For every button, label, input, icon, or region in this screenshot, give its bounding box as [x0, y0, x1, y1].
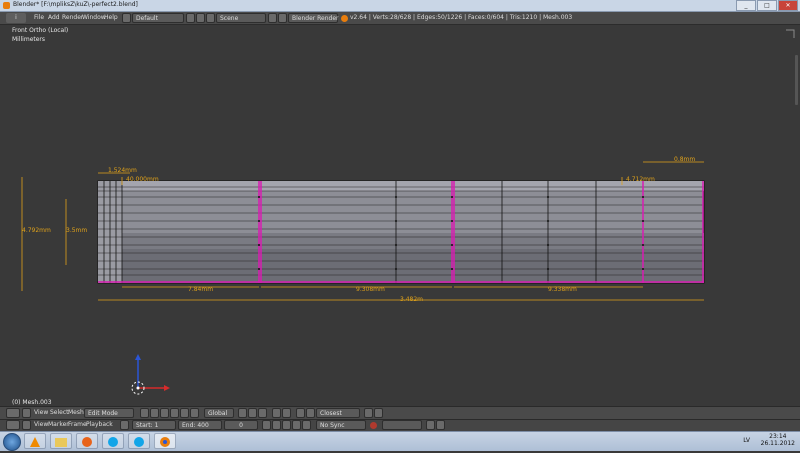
mesh-shade-band	[98, 233, 704, 249]
minimize-button[interactable]: _	[736, 0, 756, 11]
scale-manipulator-icon[interactable]	[190, 408, 199, 418]
jump-start-icon[interactable]	[262, 420, 271, 430]
clock-time: 23:14	[769, 433, 787, 440]
skype-icon[interactable]	[128, 433, 150, 449]
editor-type-button[interactable]: i	[6, 13, 26, 23]
menu-mesh[interactable]: Mesh	[66, 408, 86, 418]
add-layout-icon[interactable]	[186, 13, 195, 23]
editor-type-3dview-icon[interactable]	[6, 408, 20, 418]
insert-keyframe-icon[interactable]	[426, 420, 435, 430]
blender-app-icon	[3, 2, 10, 9]
close-button[interactable]: ✕	[778, 0, 798, 11]
dim-bottom-seg1: 7.84mm	[188, 286, 214, 293]
face-select-icon[interactable]	[258, 408, 267, 418]
mesh-top-band	[98, 181, 704, 191]
skype-icon[interactable]	[102, 433, 124, 449]
3d-viewport[interactable]: Front Ortho (Local) Millimeters (0) Mesh…	[0, 25, 800, 406]
window-title: Blender* [F:\mpliksZ\kuZ\-perfect2.blend…	[13, 1, 138, 8]
clock[interactable]: 23:14 26.11.2012	[761, 433, 795, 447]
render-anim-icon[interactable]	[374, 408, 383, 418]
menu-collapse-icon[interactable]	[22, 408, 31, 418]
transform-orientation-dropdown[interactable]: Global	[204, 408, 234, 418]
viewport-canvas	[21, 29, 798, 301]
firefox-icon[interactable]	[76, 433, 98, 449]
editor-type-timeline-icon[interactable]	[6, 420, 20, 430]
blender-logo-icon	[341, 15, 348, 22]
rotate-manipulator-icon[interactable]	[180, 408, 189, 418]
dim-top-left-inner: 40.000mm	[126, 176, 159, 183]
timeline-collapse-icon[interactable]	[22, 420, 31, 430]
mesh-object[interactable]	[97, 180, 705, 284]
dim-bottom-seg2: 9.308mm	[356, 286, 385, 293]
menu-playback[interactable]: Playback	[84, 420, 115, 430]
dim-top-right-inner: 4.712mm	[626, 176, 655, 183]
layout-dropdown[interactable]: Default	[132, 13, 184, 23]
snap-toggle-icon[interactable]	[296, 408, 305, 418]
current-frame-field[interactable]: 0	[224, 420, 258, 430]
language-indicator[interactable]: LV	[743, 437, 750, 444]
blender-icon[interactable]	[154, 433, 176, 449]
timeline-header: View Marker Frame Playback Start: 1 End:…	[0, 419, 800, 431]
manipulator-toggle-icon[interactable]	[160, 408, 169, 418]
mode-dropdown[interactable]: Edit Mode	[84, 408, 134, 418]
dim-left-outer: 4.792mm	[22, 227, 51, 234]
start-button-icon[interactable]	[3, 433, 21, 451]
clock-date: 26.11.2012	[760, 440, 795, 447]
scene-icon[interactable]	[206, 13, 215, 23]
add-scene-icon[interactable]	[268, 13, 277, 23]
dim-top-left: 1.524mm	[108, 167, 137, 174]
folder-icon[interactable]	[50, 433, 72, 449]
end-frame-field[interactable]: End: 400	[178, 420, 222, 430]
viewport-shading-icon[interactable]	[140, 408, 149, 418]
scene-dropdown[interactable]: Scene	[216, 13, 266, 23]
maximize-button[interactable]: □	[757, 0, 777, 11]
falloff-icon[interactable]	[282, 408, 291, 418]
edge-select-icon[interactable]	[248, 408, 257, 418]
jump-end-icon[interactable]	[302, 420, 311, 430]
render-engine-dropdown[interactable]: Blender Render	[288, 13, 339, 23]
mesh-bottom-band	[98, 249, 704, 283]
play-icon[interactable]	[292, 420, 301, 430]
jump-keyframe-back-icon[interactable]	[272, 420, 281, 430]
dim-left-inner: 3.5mm	[66, 227, 88, 234]
info-editor-icon: i	[15, 14, 17, 21]
screen-layout-icon[interactable]	[122, 13, 131, 23]
os-taskbar: LV 23:14 26.11.2012	[0, 431, 800, 451]
remove-layout-icon[interactable]	[196, 13, 205, 23]
translate-manipulator-icon[interactable]	[170, 408, 179, 418]
snap-element-icon[interactable]	[306, 408, 315, 418]
viewport-scrollbar[interactable]	[795, 55, 798, 105]
transform-manipulator[interactable]	[118, 350, 178, 410]
window-titlebar: Blender* [F:\mpliksZ\kuZ\-perfect2.blend…	[0, 0, 800, 12]
scene-stats: v2.64 | Verts:28/628 | Edges:50/1226 | F…	[350, 14, 573, 21]
dim-top-right: 0.8mm	[674, 156, 696, 163]
vlc-icon[interactable]	[24, 433, 46, 449]
dim-total: 3.482m	[400, 296, 424, 303]
play-reverse-icon[interactable]	[282, 420, 291, 430]
delete-keyframe-icon[interactable]	[436, 420, 445, 430]
vertex-select-icon[interactable]	[238, 408, 247, 418]
keying-set-field[interactable]	[382, 420, 422, 430]
remove-scene-icon[interactable]	[278, 13, 287, 23]
render-still-icon[interactable]	[364, 408, 373, 418]
proportional-edit-icon[interactable]	[272, 408, 281, 418]
pivot-point-icon[interactable]	[150, 408, 159, 418]
menu-help[interactable]: Help	[102, 13, 120, 23]
view3d-header: View Select Mesh Edit Mode Global Closes…	[0, 406, 800, 419]
record-icon[interactable]	[370, 422, 377, 429]
region-toggle-icon[interactable]	[786, 29, 795, 38]
menu-file[interactable]: File	[32, 13, 46, 23]
info-header: i File Add Render Window Help Default Sc…	[0, 12, 800, 25]
dim-bottom-seg3: 9.338mm	[548, 286, 577, 293]
sync-dropdown[interactable]: No Sync	[316, 420, 366, 430]
window-controls: _ □ ✕	[736, 0, 798, 11]
snap-target-dropdown[interactable]: Closest	[316, 408, 360, 418]
preview-range-icon[interactable]	[120, 420, 129, 430]
start-frame-field[interactable]: Start: 1	[132, 420, 176, 430]
